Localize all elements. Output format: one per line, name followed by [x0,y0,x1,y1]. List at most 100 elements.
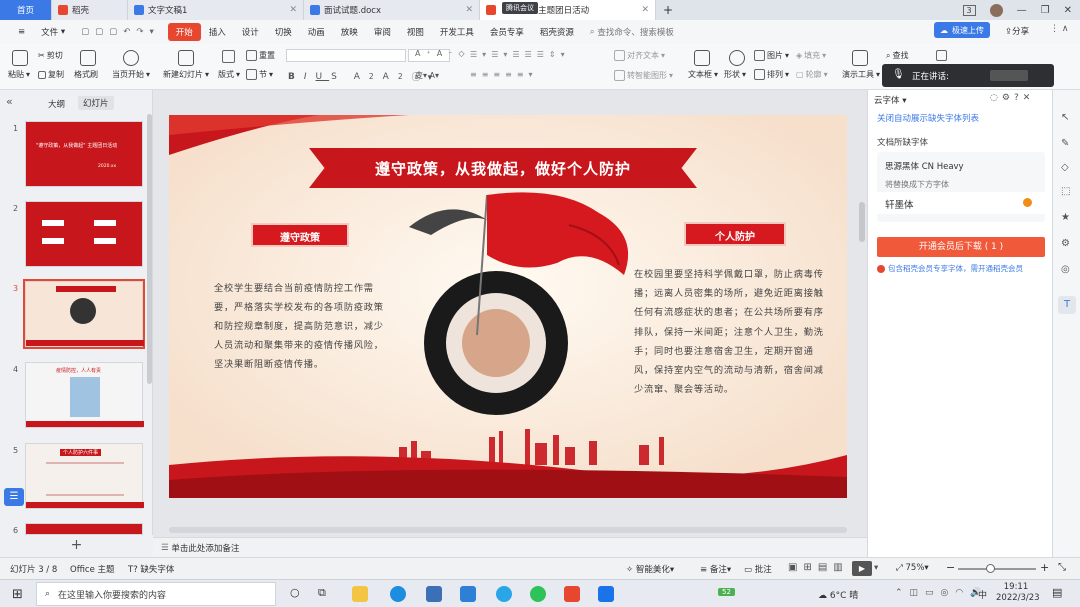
beautify-button[interactable]: ✧ 智能美化▾ [626,563,674,575]
picture-button[interactable]: 图片 ▾ [754,50,789,61]
zoom-out-button[interactable]: − [946,561,955,574]
pointer-icon[interactable]: ↖ [1061,112,1069,123]
new-slide-button[interactable]: 新建幻灯片 ▾ [163,69,209,80]
gear-icon[interactable]: ⚙ [1002,93,1014,103]
menu-transition[interactable]: 切换 [267,23,300,41]
settings-icon[interactable]: ⚙ [1061,238,1070,249]
tab-doc1[interactable]: 文字文稿1 ✕ [128,0,304,20]
arrange-button[interactable]: 排列 ▾ [754,69,789,80]
missing-font-card[interactable]: 思源黑体 CN Heavy 将替换成下方字体 轩墨体 [877,152,1045,222]
slide-thumbnail-2[interactable] [25,201,143,267]
tab-slides[interactable]: 幻灯片 [78,96,114,110]
task-view-icon[interactable]: ⧉ [318,586,326,600]
tab-outline[interactable]: 大纲 [48,98,65,110]
menu-home[interactable]: 开始 [167,23,201,41]
section-button[interactable]: 节 ▾ [246,69,273,80]
store-icon[interactable] [426,586,442,602]
mail-icon[interactable] [460,586,476,602]
scrollbar[interactable] [147,114,152,384]
select-icon[interactable] [936,50,947,61]
add-slide-button[interactable]: + [0,535,153,557]
play-options-icon[interactable]: ▾ [874,563,878,573]
member-note[interactable]: 包含稻壳会员专享字体，需开通稻壳会员 [877,263,1023,274]
ie-icon[interactable] [496,586,512,602]
presenter-tools-button[interactable]: 演示工具 ▾ [842,69,880,80]
weather[interactable]: ☁ 6°C 晴 [818,588,858,601]
slide-thumbnail-3[interactable] [23,279,145,349]
cortana-icon[interactable]: ○ [290,586,300,599]
avatar[interactable] [989,3,1003,17]
fit-window-icon[interactable]: ⤡ [1058,562,1066,573]
canvas-vertical-scrollbar[interactable] [859,202,865,242]
taskbar-search[interactable]: ⌕ 在这里输入你要搜索的内容 [36,582,276,606]
missing-font-button[interactable]: T? 缺失字体 [128,563,174,575]
slide-title[interactable]: 遵守政策，从我做起，做好个人防护 [309,158,697,179]
play-current-button[interactable]: 当页开始 ▾ [112,69,150,80]
slide-thumbnail-5[interactable]: 个人防护六件事 [25,443,144,509]
new-slide-icon[interactable] [178,50,194,66]
animation-icon[interactable]: ★ [1061,212,1070,223]
hamburger-icon[interactable]: ≡ [10,23,33,41]
slide[interactable]: 遵守政策，从我做起，做好个人防护 遵守政策 全校学生要结合当前疫情防控工作需要，… [169,115,847,498]
menu-insert[interactable]: 插入 [201,23,234,41]
tab-daoke[interactable]: 稻壳 [52,0,128,20]
chat-icon[interactable]: ◌ [990,93,1002,103]
layout-icon[interactable] [222,50,235,63]
text-tool-icon[interactable]: T [1058,296,1076,314]
disable-auto-show-link[interactable]: 关闭自动展示缺失字体列表 [877,112,979,124]
menu-file[interactable]: 文件 ▾ [33,23,73,41]
wechat-icon[interactable] [530,586,546,602]
menu-review[interactable]: 审阅 [366,23,399,41]
menu-design[interactable]: 设计 [234,23,267,41]
transform-icon[interactable]: ⬚ [1061,186,1070,197]
presenter-icon[interactable] [852,50,868,66]
left-heading[interactable]: 遵守政策 [251,229,349,244]
replace-font-row[interactable]: 轩墨体 [877,192,1045,214]
slide-thumbnail-4[interactable]: 疫情防控，人人有责 [25,362,144,428]
clock[interactable]: 19:11 2022/3/23 [996,582,1040,604]
shape-icon[interactable] [729,50,745,66]
notes-area[interactable]: ☰ 单击此处添加备注 [153,537,867,557]
style-icon[interactable]: ✎ [1061,138,1069,149]
location-icon[interactable]: ◎ [1061,264,1070,275]
format-painter-button[interactable]: 格式刷 [74,69,98,80]
menu-animation[interactable]: 动画 [300,23,333,41]
tab-presentation[interactable]: ...主题团日活动 ✕ 腾讯会议 [480,0,656,20]
close-icon[interactable]: ✕ [465,5,473,15]
textbox-icon[interactable] [694,50,710,66]
align-buttons[interactable]: ≡≡≡≡≡▾ [470,70,538,79]
windows-start-icon[interactable]: ⊞ [12,587,23,602]
menu-daoke[interactable]: 稻壳资源 [532,23,582,41]
paste-button[interactable]: 粘贴 ▾ [8,69,30,80]
textbox-button[interactable]: 文本框 ▾ [688,69,718,80]
slide-thumbnail-6[interactable] [25,523,143,535]
tencent-meeting-icon[interactable] [598,586,614,602]
zoom-fit-button[interactable]: ⤢ 75%▾ [896,563,929,573]
new-tab-button[interactable]: + [656,0,680,20]
zoom-in-button[interactable]: + [1040,561,1049,574]
more-icon[interactable]: ⋮ ∧ [1050,24,1068,34]
share-button[interactable]: ⇪分享 [1005,25,1029,37]
smartart-button[interactable]: 转智能图形 ▾ [614,70,673,81]
font-family-select[interactable] [286,49,406,62]
download-member-button[interactable]: 开通会员后下载 ( 1 ) [877,237,1045,257]
tab-interview[interactable]: 面试试题.docx ✕ [304,0,480,20]
notes-toggle[interactable]: ≡ 备注▾ [700,563,731,575]
zoom-slider[interactable] [958,568,1036,570]
close-window-icon[interactable]: ✕ [1064,5,1072,16]
list-buttons[interactable]: ☰▾☰▾☰☰☰⇕▾ [470,50,570,59]
minimize-icon[interactable]: — [1017,5,1027,16]
view-buttons[interactable]: ▣⊞▤▥ [788,562,849,573]
theme-name[interactable]: Office 主题 [70,563,115,575]
file-explorer-icon[interactable] [352,586,368,602]
command-search[interactable]: ⌕ 查找命令、搜索模板 [582,23,682,41]
right-heading[interactable]: 个人防护 [684,228,786,243]
zoom-slider-knob[interactable] [986,564,995,573]
menu-developer[interactable]: 开发工具 [432,23,482,41]
upload-button[interactable]: ☁ 极速上传 [934,22,990,38]
wps-icon[interactable] [564,586,580,602]
help-icon[interactable]: ? [1014,93,1023,103]
copy-button[interactable]: 复制 [38,69,64,80]
left-paragraph[interactable]: 全校学生要结合当前疫情防控工作需要，严格落实学校发布的各项防疫政策和防控规章制度… [214,279,384,374]
notification-icon[interactable]: ▤ [1052,586,1062,599]
